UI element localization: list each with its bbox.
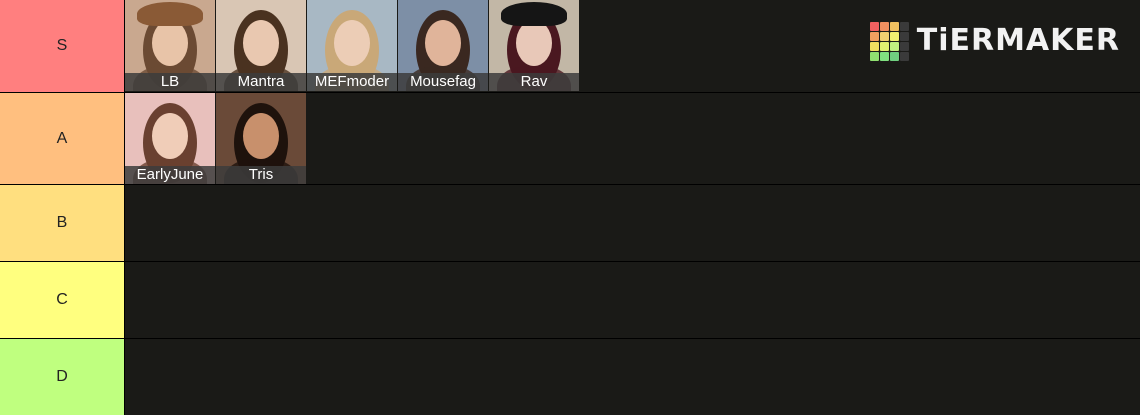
item-caption: MEFmoder xyxy=(307,73,397,91)
logo-grid-cell xyxy=(869,31,879,41)
tier-item-card[interactable]: Mousefag xyxy=(398,0,488,91)
tier-item-card[interactable]: LB xyxy=(125,0,215,91)
logo-grid-cell xyxy=(879,21,889,31)
logo-grid-cell xyxy=(899,31,909,41)
logo-grid-cell xyxy=(889,21,899,31)
tier-label[interactable]: D xyxy=(0,339,124,415)
tier-row-a: A EarlyJune Tris xyxy=(0,93,1140,184)
logo-grid-cell xyxy=(899,51,909,61)
logo-grid-cell xyxy=(889,51,899,61)
tier-items-dropzone[interactable] xyxy=(125,339,1140,415)
tier-label[interactable]: S xyxy=(0,0,124,92)
logo-grid-cell xyxy=(899,41,909,51)
logo-text: TiERMAKER xyxy=(916,23,1120,58)
tier-item-card[interactable]: MEFmoder xyxy=(307,0,397,91)
logo-grid-cell xyxy=(899,21,909,31)
tier-items-dropzone[interactable]: EarlyJune Tris xyxy=(125,93,1140,184)
tier-label[interactable]: A xyxy=(0,93,124,184)
item-caption: Mousefag xyxy=(398,73,488,91)
tier-items-dropzone[interactable] xyxy=(125,185,1140,261)
item-caption: EarlyJune xyxy=(125,166,215,184)
logo-grid-cell xyxy=(889,41,899,51)
logo-grid-icon xyxy=(869,21,909,61)
logo-grid-cell xyxy=(879,51,889,61)
tier-label[interactable]: B xyxy=(0,185,124,261)
logo-grid-cell xyxy=(869,41,879,51)
tier-item-card[interactable]: Tris xyxy=(216,93,306,184)
tier-items-dropzone[interactable] xyxy=(125,262,1140,338)
logo-grid-cell xyxy=(889,31,899,41)
tier-row-d: D xyxy=(0,339,1140,415)
tier-row-c: C xyxy=(0,262,1140,338)
tiermaker-logo: TiERMAKER xyxy=(869,20,1120,62)
item-caption: Rav xyxy=(489,73,579,91)
tier-board: S LB Mantra MEFmoder Mousefag Rav A EarlyJune Tr… xyxy=(0,0,1140,415)
tier-item-card[interactable]: EarlyJune xyxy=(125,93,215,184)
item-caption: Mantra xyxy=(216,73,306,91)
tier-row-b: B xyxy=(0,185,1140,261)
logo-grid-cell xyxy=(869,21,879,31)
tier-item-card[interactable]: Mantra xyxy=(216,0,306,91)
item-caption: LB xyxy=(125,73,215,91)
tier-label[interactable]: C xyxy=(0,262,124,338)
logo-grid-cell xyxy=(879,31,889,41)
logo-grid-cell xyxy=(869,51,879,61)
logo-grid-cell xyxy=(879,41,889,51)
item-caption: Tris xyxy=(216,166,306,184)
tier-item-card[interactable]: Rav xyxy=(489,0,579,91)
